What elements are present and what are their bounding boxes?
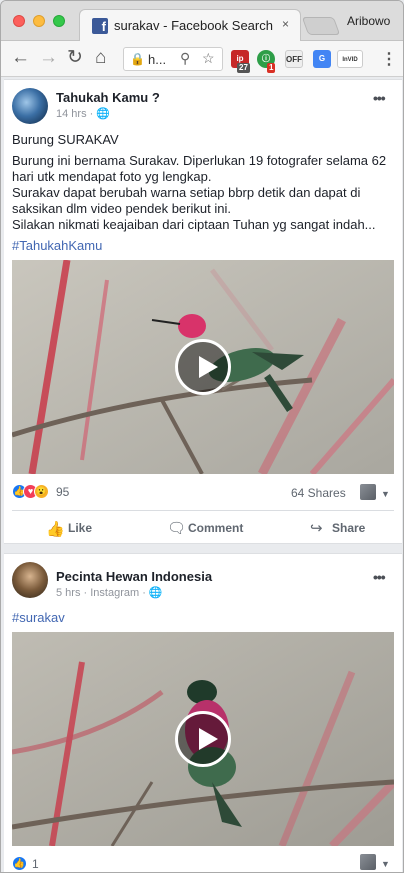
post-card-1: Tahukah Kamu ? 14 hrs · 🌐 ••• Burung SUR… (4, 79, 402, 544)
like-reaction-icon: 👍 (12, 856, 27, 871)
avatar[interactable] (12, 88, 48, 124)
like-button[interactable]: Like (68, 521, 92, 535)
post-text-line: saksikan dlm video pendek berikut ini. (12, 201, 231, 216)
post-title: Burung SURAKAV (12, 132, 119, 147)
tab-close-icon[interactable]: × (282, 17, 289, 31)
url-text: h... (148, 52, 167, 67)
globe-icon: 🌐 (96, 108, 111, 120)
title-bar: f surakav - Facebook Search × Aribowo (1, 1, 403, 41)
extension-off-icon[interactable]: OFF (285, 50, 303, 68)
reaction-count: 95 (56, 485, 70, 499)
browser-tab[interactable]: f surakav - Facebook Search × (79, 9, 301, 41)
maximize-window-button[interactable] (53, 15, 65, 27)
post-hashtag[interactable]: #surakav (12, 610, 65, 625)
invid-extension-icon[interactable]: InVID (337, 50, 363, 68)
comment-button[interactable]: Comment (188, 521, 243, 535)
shares-count[interactable]: 64 Shares (291, 486, 346, 500)
more-options-icon[interactable]: ••• (373, 90, 386, 106)
extension-badge-2: 1 (267, 63, 276, 73)
browser-toolbar: ← → ↻ ⌂ 🔒 h... ⚲ ☆ ip 27 ⓘ 1 OFF G InVID… (1, 41, 403, 77)
lock-icon: 🔒 (130, 52, 145, 66)
new-tab-button[interactable] (301, 17, 341, 35)
share-button[interactable]: Share (332, 521, 365, 535)
tab-title: surakav - Facebook Search (114, 18, 273, 33)
home-icon[interactable]: ⌂ (95, 48, 106, 68)
chevron-down-icon[interactable]: ▼ (381, 489, 390, 499)
profile-name[interactable]: Aribowo (347, 14, 390, 28)
post-card-2: Pecinta Hewan Indonesia 5 hrs · Instagra… (4, 553, 402, 872)
extension-badge-1: 27 (237, 63, 250, 73)
chevron-down-icon[interactable]: ▼ (381, 859, 390, 869)
play-button[interactable] (175, 711, 231, 767)
zoom-icon[interactable]: ⚲ (180, 50, 190, 67)
video-player[interactable] (12, 632, 394, 846)
reload-icon[interactable]: ↻ (67, 48, 83, 68)
post-author[interactable]: Tahukah Kamu ? (56, 90, 160, 105)
reaction-count: 1 (32, 857, 39, 871)
post-text-line: hari utk mendapat foto yg lengkap. (12, 169, 212, 184)
minimize-window-button[interactable] (33, 15, 45, 27)
play-button[interactable] (175, 339, 231, 395)
address-bar[interactable]: 🔒 h... ⚲ ☆ (123, 47, 223, 71)
facebook-favicon-icon: f (92, 18, 108, 34)
wow-reaction-icon: 😮 (34, 484, 49, 499)
browser-window: f surakav - Facebook Search × Aribowo ← … (0, 0, 404, 873)
post-text-line: Surakav dapat berubah warna setiap bbrp … (12, 185, 361, 200)
share-icon: ↪ (310, 520, 323, 537)
viewer-avatar[interactable] (360, 854, 376, 870)
post-meta: 5 hrs · Instagram · 🌐 (56, 587, 163, 599)
avatar[interactable] (12, 562, 48, 598)
globe-icon: 🌐 (148, 587, 163, 599)
star-icon[interactable]: ☆ (202, 50, 215, 67)
viewer-avatar[interactable] (360, 484, 376, 500)
post-text-line: Burung ini bernama Surakav. Diperlukan 1… (12, 153, 387, 168)
more-options-icon[interactable]: ••• (373, 569, 386, 585)
divider (12, 510, 394, 511)
back-arrow-icon[interactable]: ← (11, 48, 30, 68)
post-meta: 14 hrs · 🌐 (56, 108, 111, 120)
comment-icon: 🗨 (167, 520, 187, 537)
post-hashtag[interactable]: #TahukahKamu (12, 238, 102, 253)
video-player[interactable] (12, 260, 394, 474)
close-window-button[interactable] (13, 15, 25, 27)
like-icon: 👍 (46, 521, 65, 538)
forward-arrow-icon[interactable]: → (39, 48, 58, 68)
post-author[interactable]: Pecinta Hewan Indonesia (56, 569, 212, 584)
menu-dots-icon[interactable]: ⋮ (381, 49, 397, 69)
post-text-line: Silakan nikmati keajaiban dari ciptaan T… (12, 217, 376, 232)
translate-icon[interactable]: G (313, 50, 331, 68)
